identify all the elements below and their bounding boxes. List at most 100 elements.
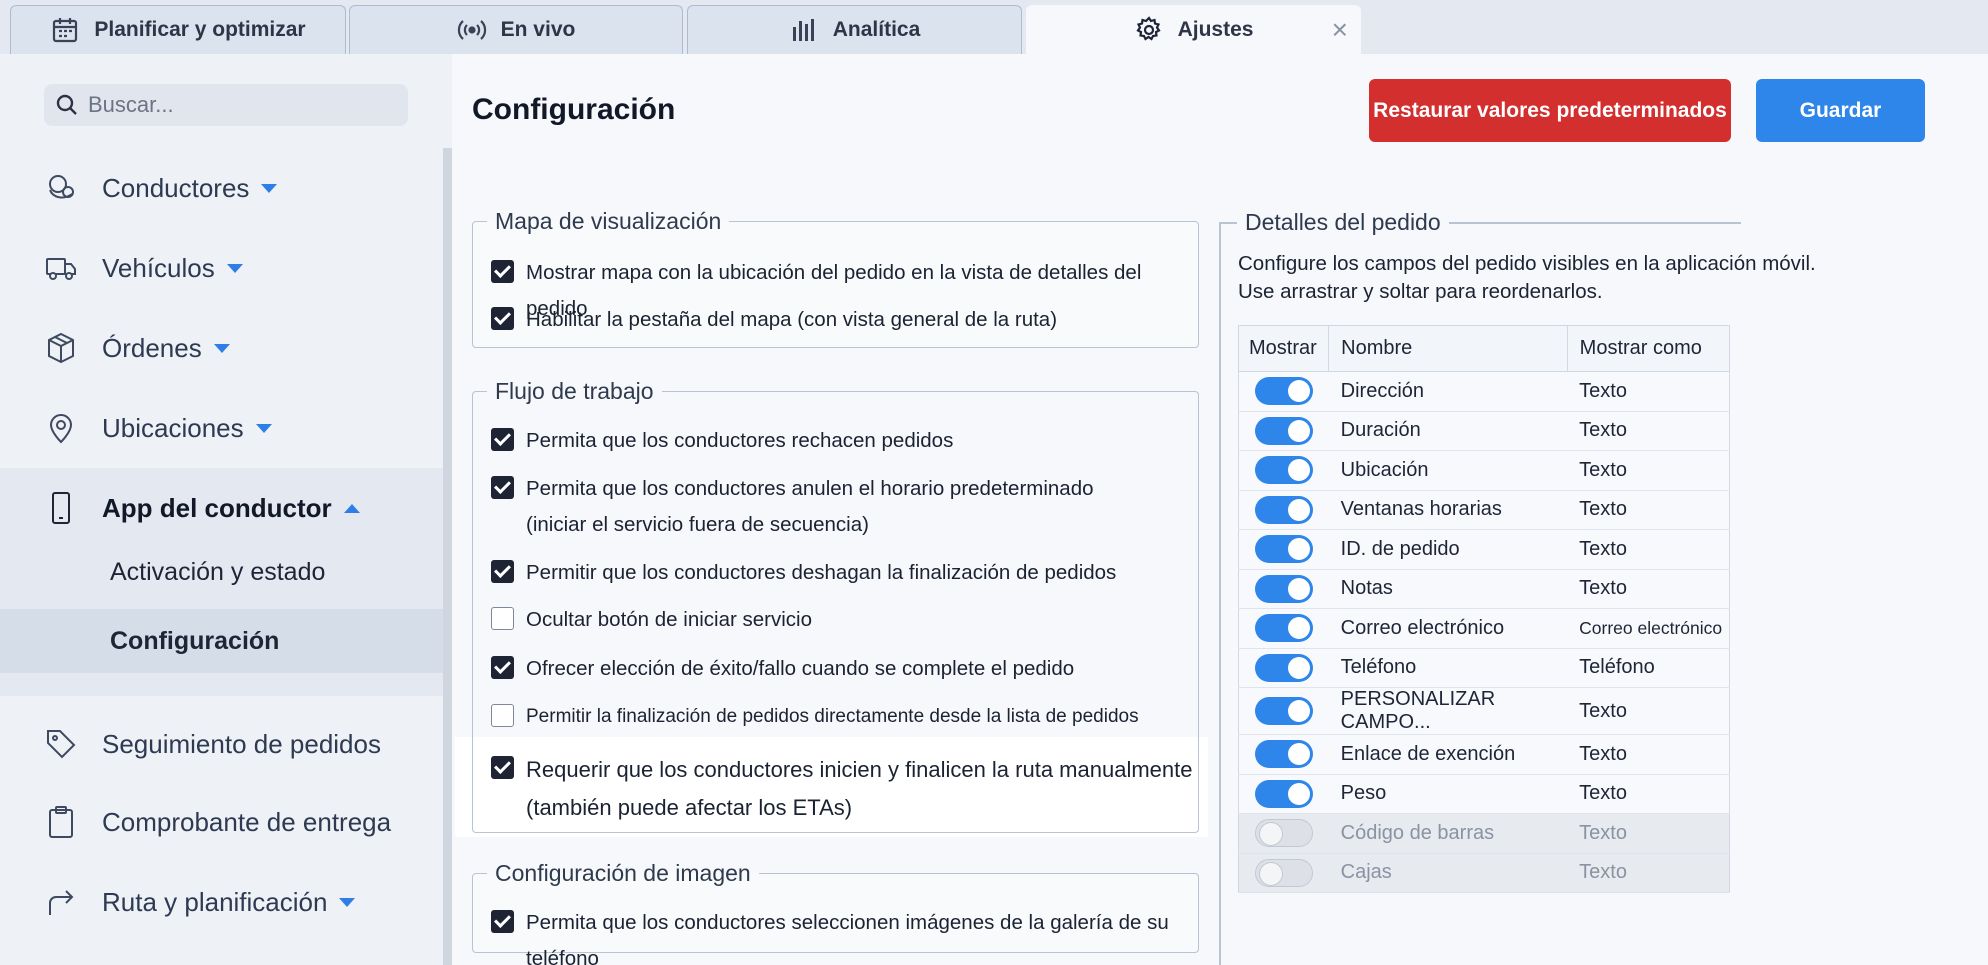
chevron-down-icon — [261, 183, 278, 193]
option-map-tab[interactable]: Habilitar la pestaña del mapa (con vista… — [491, 302, 1057, 338]
table-row[interactable]: Correo electrónico Correo electrónico — [1237, 608, 1731, 649]
sidebar-item-seguimiento[interactable]: Seguimiento de pedidos — [0, 704, 443, 784]
tab-ajustes[interactable]: Ajustes × — [1026, 5, 1361, 54]
toggle-cell — [1237, 608, 1329, 649]
sidebar-item-ordenes[interactable]: Órdenes — [0, 308, 443, 388]
field-name: Ubicación — [1328, 450, 1568, 491]
field-name: PERSONALIZAR CAMPO... — [1328, 687, 1568, 735]
table-row[interactable]: Código de barras Texto — [1237, 813, 1731, 854]
section-legend: Detalles del pedido — [1237, 209, 1449, 236]
field-display-as: Texto — [1567, 450, 1731, 491]
sidebar-item-label: Vehículos — [102, 252, 215, 283]
option-line: (también puede afectar los ETAs) — [526, 795, 853, 820]
option-override-schedule[interactable]: Permita que los conductores anulen el ho… — [491, 471, 1094, 543]
page-title: Configuración — [472, 93, 676, 126]
show-toggle[interactable] — [1255, 535, 1313, 564]
table-row[interactable]: Peso Texto — [1237, 773, 1731, 814]
toggle-cell — [1237, 568, 1329, 609]
field-name: Dirección — [1328, 371, 1568, 412]
checkbox[interactable] — [491, 607, 514, 630]
toggle-cell — [1237, 852, 1329, 893]
show-toggle[interactable] — [1255, 416, 1313, 445]
save-button[interactable]: Guardar — [1756, 79, 1925, 142]
close-icon[interactable]: × — [1332, 16, 1348, 44]
column-header: Nombre — [1328, 325, 1568, 372]
checkbox[interactable] — [491, 560, 514, 583]
field-name: Ventanas horarias — [1328, 489, 1568, 530]
sidebar-item-ubicaciones[interactable]: Ubicaciones — [0, 388, 443, 468]
toggle-cell — [1237, 647, 1329, 688]
sidebar-item-vehiculos[interactable]: Vehículos — [0, 228, 443, 308]
show-toggle[interactable] — [1255, 614, 1313, 643]
option-label: Permitir que los conductores deshagan la… — [526, 561, 1117, 584]
drivers-icon — [49, 175, 74, 199]
chevron-up-icon — [343, 503, 360, 513]
checkbox[interactable] — [491, 656, 514, 679]
sidebar-item-ruta[interactable]: Ruta y planificación — [0, 862, 443, 942]
table-row[interactable]: Duración Texto — [1237, 410, 1731, 451]
field-display-as: Texto — [1567, 734, 1731, 775]
checkbox[interactable] — [491, 476, 514, 499]
option-gallery-images[interactable]: Permita que los conductores seleccionen … — [491, 905, 1198, 965]
field-display-as: Texto — [1567, 489, 1731, 530]
option-complete-from-list[interactable]: Permitir la finalización de pedidos dire… — [491, 699, 1139, 735]
clipboard-icon — [49, 806, 73, 838]
option-success-fail[interactable]: Ofrecer elección de éxito/fallo cuando s… — [491, 651, 1074, 687]
option-label: Ocultar botón de iniciar servicio — [526, 608, 812, 631]
checkbox[interactable] — [491, 307, 514, 330]
option-undo-completion[interactable]: Permitir que los conductores deshagan la… — [491, 555, 1116, 591]
table-row[interactable]: ID. de pedido Texto — [1237, 529, 1731, 570]
checkbox[interactable] — [491, 756, 514, 779]
sidebar-subitem-configuracion[interactable]: Configuración — [0, 609, 443, 673]
show-toggle[interactable] — [1255, 653, 1313, 682]
table-row[interactable]: Cajas Texto — [1237, 852, 1731, 893]
broadcast-icon — [457, 20, 486, 40]
sidebar-item-comprobante[interactable]: Comprobante de entrega — [0, 782, 443, 862]
table-row[interactable]: PERSONALIZAR CAMPO... Texto — [1237, 687, 1731, 735]
option-label: Permita que los conductores anulen el ho… — [526, 471, 1094, 543]
table-row[interactable]: Dirección Texto — [1237, 371, 1731, 412]
option-reject-orders[interactable]: Permita que los conductores rechacen ped… — [491, 423, 953, 459]
sidebar-scrollbar[interactable] — [443, 148, 452, 965]
search-box[interactable] — [44, 84, 408, 126]
show-toggle[interactable] — [1255, 377, 1313, 406]
show-toggle[interactable] — [1255, 495, 1313, 524]
tab-label: Analítica — [832, 18, 921, 41]
show-toggle[interactable] — [1255, 858, 1313, 887]
sidebar-item-label: App del conductor — [102, 492, 332, 523]
checkbox[interactable] — [491, 428, 514, 451]
search-input[interactable] — [88, 92, 388, 118]
tab-analitica[interactable]: Analítica — [687, 5, 1022, 54]
option-line: Requerir que los conductores inicien y f… — [526, 757, 1193, 782]
checkbox[interactable] — [491, 910, 514, 933]
show-toggle[interactable] — [1255, 574, 1313, 603]
tab-planificar[interactable]: Planificar y optimizar — [10, 5, 346, 54]
table-header-row: Mostrar Nombre Mostrar como — [1237, 325, 1731, 372]
option-hide-start-button[interactable]: Ocultar botón de iniciar servicio — [491, 602, 812, 638]
show-toggle[interactable] — [1255, 456, 1313, 485]
sidebar-subitem-activacion[interactable]: Activación y estado — [0, 548, 443, 596]
option-label: Permitir la finalización de pedidos dire… — [526, 706, 1139, 727]
show-toggle[interactable] — [1255, 819, 1313, 848]
field-name: Peso — [1328, 773, 1568, 814]
sidebar-subitem-label: Configuración — [110, 626, 280, 655]
show-toggle[interactable] — [1255, 740, 1313, 769]
sidebar-item-conductores[interactable]: Conductores — [0, 148, 443, 228]
description-line: Use arrastrar y soltar para reordenarlos… — [1238, 280, 1603, 303]
show-toggle[interactable] — [1255, 697, 1313, 725]
option-label: Habilitar la pestaña del mapa (con vista… — [526, 308, 1058, 331]
tab-en-vivo[interactable]: En vivo — [349, 5, 683, 54]
search-icon — [56, 94, 77, 115]
option-manual-route[interactable]: Requerir que los conductores inicien y f… — [491, 751, 1192, 827]
table-row[interactable]: Enlace de exención Texto — [1237, 734, 1731, 775]
sidebar-item-app-conductor[interactable]: App del conductor — [0, 468, 443, 548]
restore-defaults-button[interactable]: Restaurar valores predeterminados — [1369, 79, 1731, 142]
table-row[interactable]: Ubicación Texto — [1237, 450, 1731, 491]
table-row[interactable]: Ventanas horarias Texto — [1237, 489, 1731, 530]
show-toggle[interactable] — [1255, 779, 1313, 808]
tab-label: Planificar y optimizar — [94, 18, 306, 41]
checkbox[interactable] — [491, 704, 514, 727]
table-row[interactable]: Notas Texto — [1237, 568, 1731, 609]
checkbox[interactable] — [491, 260, 514, 283]
table-row[interactable]: Teléfono Teléfono — [1237, 647, 1731, 688]
